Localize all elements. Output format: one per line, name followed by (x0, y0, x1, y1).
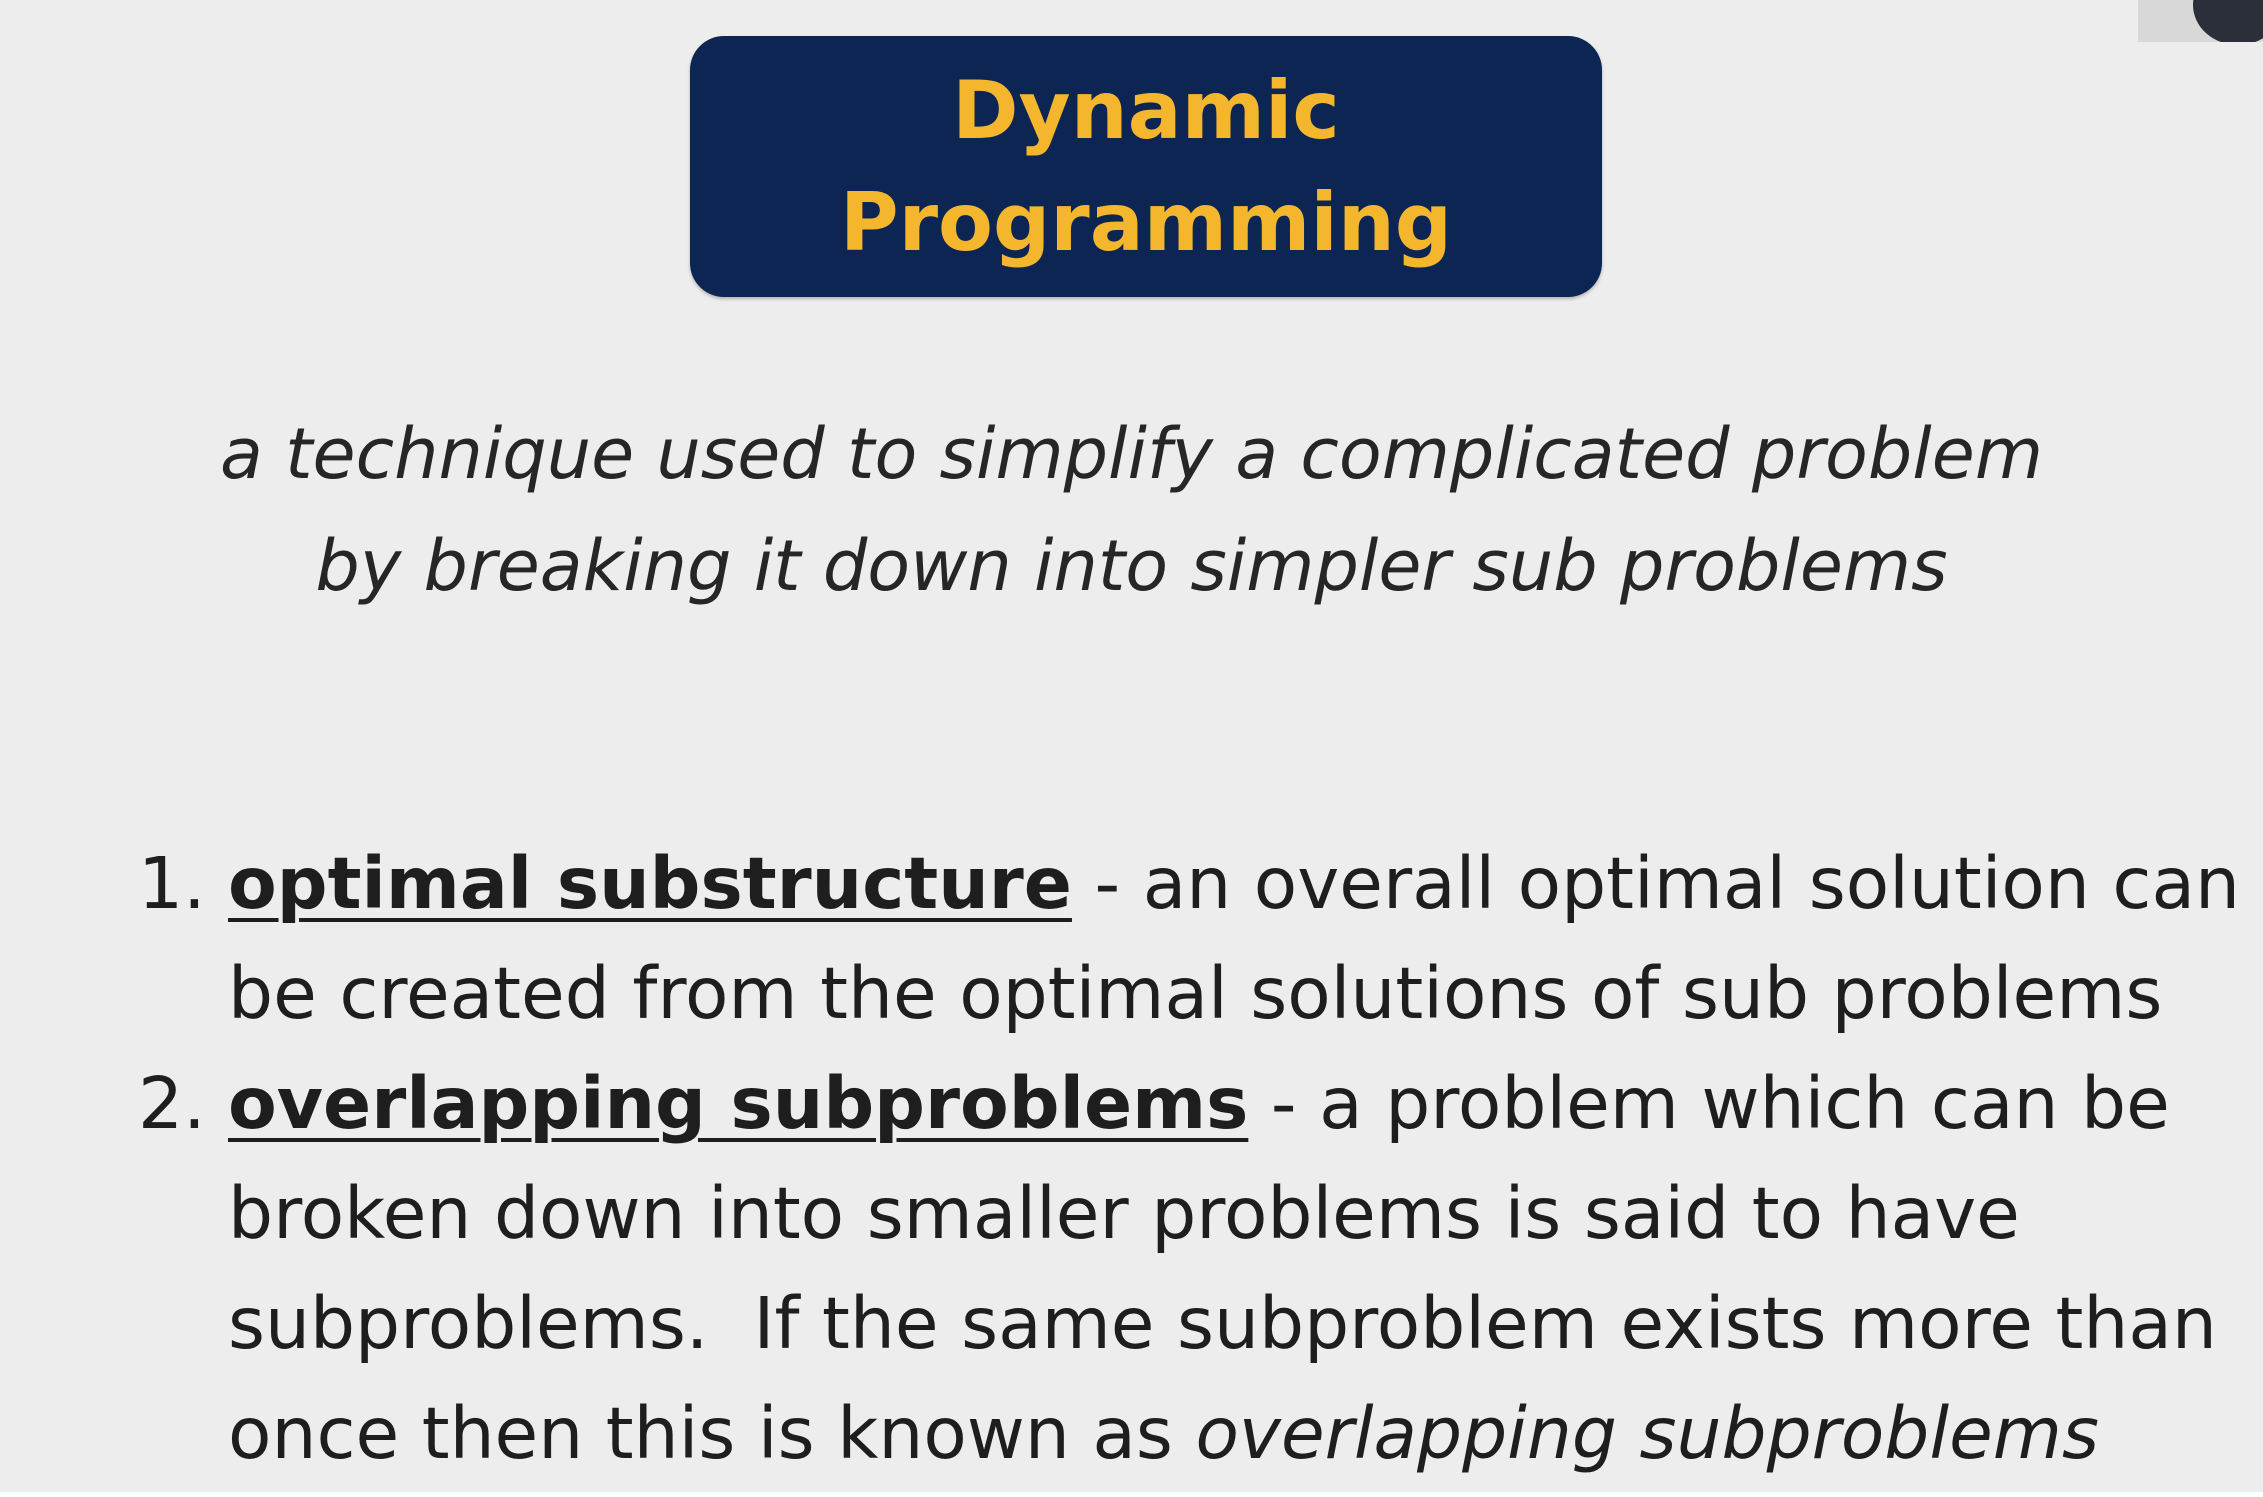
definition-line-1: a technique used to simplify a complicat… (219, 413, 2044, 495)
term-optimal-substructure: optimal substructure (228, 842, 1072, 925)
term-description: - a problem which can be (1248, 1062, 2170, 1145)
title-line-1: Dynamic (952, 63, 1340, 157)
title-line-2: Programming (839, 175, 1453, 269)
list-item-overlapping-subproblems: 2. overlapping subproblems - a problem w… (138, 1049, 2238, 1489)
list-item-line: once then this is known as overlapping s… (228, 1379, 2238, 1489)
list-item-line: optimal substructure - an overall optima… (228, 829, 2240, 939)
list-item-line: be created from the optimal solutions of… (228, 952, 2163, 1035)
emphasized-term: overlapping subproblems (1195, 1392, 2099, 1475)
title-box: Dynamic Programming (690, 36, 1602, 297)
list-number: 2. (138, 1062, 206, 1145)
line-text: once then this is known as (228, 1392, 1196, 1475)
list-item-optimal-substructure: 1. optimal substructure - an overall opt… (138, 829, 2240, 1049)
term-description: - an overall optimal solution can (1071, 842, 2240, 925)
definition: a technique used to simplify a complicat… (0, 398, 2263, 622)
list-item-line: overlapping subproblems - a problem whic… (228, 1049, 2238, 1159)
presenter-thumbnail (2138, 0, 2263, 42)
list-item-line: subproblems. If the same subproblem exis… (228, 1282, 2217, 1365)
presenter-silhouette (2193, 0, 2263, 42)
list-item-line: broken down into smaller problems is sai… (228, 1172, 2020, 1255)
key-properties-list: 1. optimal substructure - an overall opt… (138, 829, 2240, 1489)
definition-line-2: by breaking it down into simpler sub pro… (315, 525, 1948, 607)
list-number: 1. (138, 842, 206, 925)
term-overlapping-subproblems: overlapping subproblems (228, 1062, 1249, 1145)
bottom-edge (0, 1492, 2263, 1497)
